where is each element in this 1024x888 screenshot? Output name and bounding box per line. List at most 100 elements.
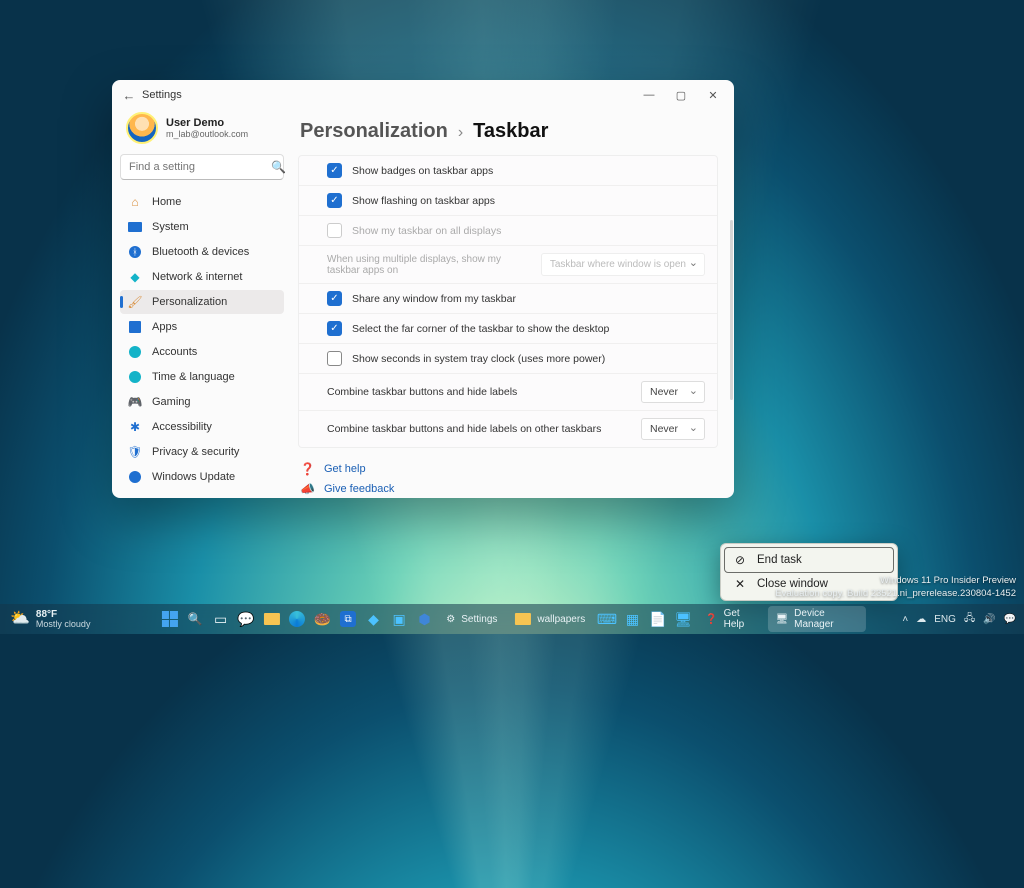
maximize-button[interactable]: ▢ (666, 84, 696, 106)
wifi-icon: ◆ (128, 270, 142, 284)
checkbox[interactable] (327, 321, 342, 336)
tray-notifications-icon[interactable]: 💬 (1004, 614, 1016, 625)
content-area: Personalization › Taskbar Show badges on… (292, 110, 734, 498)
avatar (126, 112, 158, 144)
nav-update[interactable]: Windows Update (120, 465, 284, 489)
system-tray[interactable]: ˄ ☁ ENG 🖧 🔊 💬 (902, 611, 1018, 628)
setting-flashing[interactable]: Show flashing on taskbar apps (299, 186, 717, 216)
apps-icon (128, 320, 142, 334)
profile-name: User Demo (166, 117, 248, 129)
nav-privacy[interactable]: 🛡Privacy & security (120, 440, 284, 464)
setting-badges[interactable]: Show badges on taskbar apps (299, 156, 717, 186)
chat-icon[interactable]: 💬 (234, 606, 257, 632)
settings-window: ← Settings — ▢ ✕ User Demo m_lab@outlook… (112, 80, 734, 498)
window-titlebar: ← Settings — ▢ ✕ (112, 80, 734, 110)
prohibit-icon: ⊘ (733, 553, 747, 567)
taskbar-devicemanager[interactable]: 🖥Device Manager (767, 606, 866, 632)
help-icon: ❓ (300, 462, 314, 476)
checkbox (327, 223, 342, 238)
taskbar-center: 🔍 ▭ 💬 🍩 ⧉ ◆ ▣ ⬢ ⚙Settings wallpapers ⌨ ▦… (158, 606, 866, 632)
breadcrumb-parent[interactable]: Personalization (300, 120, 448, 143)
tray-onedrive-icon[interactable]: ☁ (916, 614, 926, 625)
dropdown: Taskbar where window is open (541, 253, 705, 276)
profile-block[interactable]: User Demo m_lab@outlook.com (120, 110, 284, 154)
app-icon-7[interactable]: 📄 (646, 606, 669, 632)
search-icon: 🔍 (271, 160, 286, 174)
search-input[interactable] (129, 161, 271, 173)
help-icon: ❓ (705, 614, 717, 625)
gaming-icon: 🎮 (128, 395, 142, 409)
taskbar-search[interactable]: 🔍 (183, 606, 206, 632)
nav-accounts[interactable]: Accounts (120, 340, 284, 364)
personalization-icon: 🖌 (128, 295, 142, 309)
checkbox[interactable] (327, 193, 342, 208)
close-button[interactable]: ✕ (698, 84, 728, 106)
app-icon-4[interactable]: ⬢ (413, 606, 436, 632)
nav-accessibility[interactable]: ✱Accessibility (120, 415, 284, 439)
store-icon[interactable]: ⧉ (336, 606, 359, 632)
weather-icon: ⛅ (10, 610, 30, 628)
minimize-button[interactable]: — (634, 84, 664, 106)
setting-combine-main[interactable]: Combine taskbar buttons and hide labels … (299, 374, 717, 411)
device-icon: 🖥 (775, 614, 788, 625)
sidebar: User Demo m_lab@outlook.com 🔍 ⌂Home Syst… (112, 110, 292, 498)
update-icon (128, 470, 142, 484)
nav-bluetooth[interactable]: ᚼBluetooth & devices (120, 240, 284, 264)
close-icon: ✕ (733, 577, 747, 591)
chevron-right-icon: › (458, 124, 463, 142)
explorer-icon[interactable] (260, 606, 283, 632)
tray-language[interactable]: ENG (934, 614, 956, 625)
feedback-icon: 📣 (300, 482, 314, 496)
tray-network-icon[interactable]: 🖧 (964, 611, 975, 628)
checkbox[interactable] (327, 163, 342, 178)
back-button[interactable]: ← (118, 88, 140, 103)
app-icon-3[interactable]: ▣ (387, 606, 410, 632)
checkbox[interactable] (327, 351, 342, 366)
get-help-link[interactable]: ❓ Get help (298, 462, 718, 476)
app-icon-2[interactable]: ◆ (362, 606, 385, 632)
scrollbar-thumb[interactable] (730, 220, 733, 400)
nav-apps[interactable]: Apps (120, 315, 284, 339)
give-feedback-link[interactable]: 📣 Give feedback (298, 482, 718, 496)
nav-personalization[interactable]: 🖌Personalization (120, 290, 284, 314)
nav-system[interactable]: System (120, 215, 284, 239)
dropdown[interactable]: Never (641, 381, 705, 403)
window-title: Settings (142, 89, 182, 101)
task-view[interactable]: ▭ (209, 606, 232, 632)
settings-panel: Show badges on taskbar apps Show flashin… (298, 155, 718, 448)
gear-icon: ⚙ (446, 614, 455, 625)
folder-icon (515, 613, 531, 625)
dropdown[interactable]: Never (641, 418, 705, 440)
app-icon-8[interactable]: 🖥 (672, 606, 695, 632)
nav-list: ⌂Home System ᚼBluetooth & devices ◆Netwo… (120, 190, 284, 489)
build-watermark: Windows 11 Pro Insider Preview Evaluatio… (775, 575, 1016, 600)
nav-home[interactable]: ⌂Home (120, 190, 284, 214)
weather-widget[interactable]: ⛅ 88°F Mostly cloudy (6, 609, 94, 630)
setting-far-corner[interactable]: Select the far corner of the taskbar to … (299, 314, 717, 344)
checkbox[interactable] (327, 291, 342, 306)
nav-network[interactable]: ◆Network & internet (120, 265, 284, 289)
menu-end-task[interactable]: ⊘ End task (725, 548, 893, 572)
tray-volume-icon[interactable]: 🔊 (983, 614, 995, 625)
search-box[interactable]: 🔍 (120, 154, 284, 180)
start-button[interactable] (158, 606, 181, 632)
setting-multi-display: When using multiple displays, show my ta… (299, 246, 717, 284)
home-icon: ⌂ (128, 195, 142, 209)
edge-icon[interactable] (285, 606, 308, 632)
setting-share-any[interactable]: Share any window from my taskbar (299, 284, 717, 314)
app-icon-5[interactable]: ⌨ (595, 606, 618, 632)
app-icon-6[interactable]: ▦ (621, 606, 644, 632)
tray-chevron-up-icon[interactable]: ˄ (902, 614, 908, 625)
bluetooth-icon: ᚼ (128, 245, 142, 259)
taskbar-settings[interactable]: ⚙Settings (438, 606, 505, 632)
app-icon-1[interactable]: 🍩 (311, 606, 334, 632)
setting-all-displays: Show my taskbar on all displays (299, 216, 717, 246)
taskbar-gethelp[interactable]: ❓Get Help (697, 606, 765, 632)
nav-time[interactable]: Time & language (120, 365, 284, 389)
nav-gaming[interactable]: 🎮Gaming (120, 390, 284, 414)
system-icon (128, 220, 142, 234)
setting-seconds[interactable]: Show seconds in system tray clock (uses … (299, 344, 717, 374)
setting-combine-other[interactable]: Combine taskbar buttons and hide labels … (299, 411, 717, 447)
taskbar[interactable]: ⛅ 88°F Mostly cloudy 🔍 ▭ 💬 🍩 ⧉ ◆ ▣ ⬢ ⚙Se… (0, 604, 1024, 634)
taskbar-wallpapers[interactable]: wallpapers (507, 606, 593, 632)
